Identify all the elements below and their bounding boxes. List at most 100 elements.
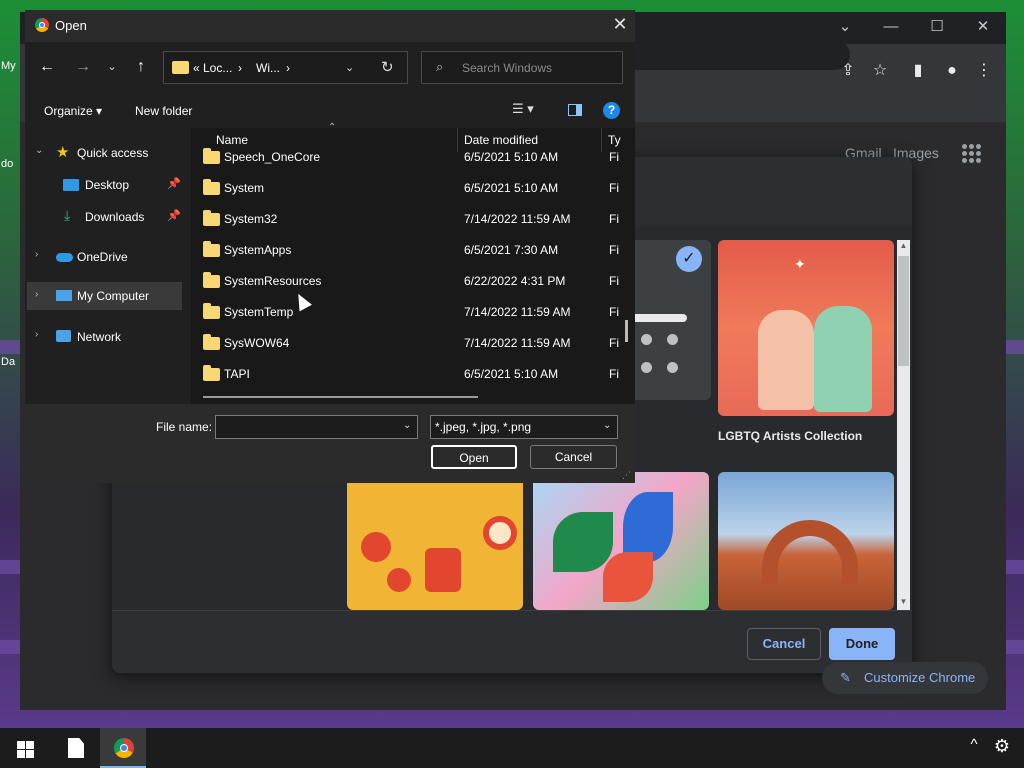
file-name-input[interactable] — [215, 415, 418, 439]
folder-icon — [203, 179, 220, 195]
file-list-horizontal-scrollbar[interactable] — [203, 396, 478, 398]
nav-item-quick-access[interactable]: ⌄ ★ Quick access — [25, 138, 185, 168]
file-date: 6/5/2021 5:10 AM — [464, 150, 559, 164]
nav-item-onedrive[interactable]: › OneDrive — [25, 242, 185, 272]
chevron-right-icon[interactable]: › — [35, 249, 38, 260]
resize-grip-icon[interactable]: ⋰ — [622, 470, 632, 480]
taskbar-chrome-button[interactable] — [100, 728, 146, 768]
network-icon — [56, 330, 71, 342]
scroll-up-icon[interactable]: ▲ — [898, 240, 909, 252]
file-type-dropdown-icon[interactable]: ⌄ — [603, 420, 611, 431]
nav-item-label: Desktop — [85, 178, 130, 192]
back-arrow-icon[interactable]: ← — [36, 57, 58, 79]
file-type: Fi — [609, 150, 619, 164]
computer-icon — [56, 290, 72, 301]
apps-grid-icon[interactable] — [962, 144, 982, 164]
sort-ascending-icon: ⌃ — [328, 122, 337, 133]
gallery-scroll-thumb[interactable] — [898, 256, 909, 366]
scroll-down-icon[interactable]: ▼ — [898, 596, 909, 608]
file-row[interactable]: SysWOW64 7/14/2022 11:59 AM Fi — [191, 327, 627, 358]
address-dropdown-icon[interactable]: ⌄ — [345, 61, 354, 74]
file-type: Fi — [609, 212, 619, 226]
open-button[interactable]: Open — [431, 445, 517, 469]
breadcrumb-windows[interactable]: Wi... — [256, 61, 280, 75]
chrome-logo-icon — [114, 738, 134, 758]
folder-icon — [203, 303, 220, 319]
recent-locations-chevron-icon[interactable]: ⌄ — [101, 57, 123, 79]
breadcrumb-local-disk[interactable]: « Loc... — [193, 61, 232, 75]
file-type-select[interactable]: *.jpeg, *.jpg, *.png — [430, 415, 618, 439]
file-name-dropdown-icon[interactable]: ⌄ — [403, 420, 411, 431]
file-list-vertical-scrollbar[interactable] — [625, 320, 628, 342]
file-type: Fi — [609, 243, 619, 257]
chevron-right-icon[interactable]: › — [35, 329, 38, 340]
change-view-icon[interactable]: ☰ ▾ — [512, 101, 550, 119]
side-panel-icon[interactable]: ▮ — [906, 60, 930, 84]
nav-item-desktop[interactable]: Desktop 📌 — [25, 170, 185, 200]
desktop-icon-label[interactable]: My — [1, 60, 16, 72]
taskbar — [0, 728, 1024, 768]
desktop-icon-label[interactable]: Da — [1, 356, 15, 368]
start-button[interactable] — [2, 728, 48, 768]
breadcrumb-separator[interactable]: › — [286, 61, 290, 75]
omnibox[interactable] — [610, 40, 850, 70]
help-icon[interactable]: ? — [603, 102, 620, 119]
preview-pane-icon[interactable] — [566, 102, 584, 118]
desktop-icon-label[interactable]: do — [1, 158, 13, 170]
nav-item-label: My Computer — [77, 289, 150, 303]
file-row[interactable]: Speech_OneCore 6/5/2021 5:10 AM Fi — [191, 141, 627, 172]
file-date: 6/5/2021 5:10 AM — [464, 367, 559, 381]
folder-icon — [172, 61, 189, 74]
chrome-logo-icon — [35, 18, 49, 32]
file-row[interactable]: SystemTemp 7/14/2022 11:59 AM Fi — [191, 296, 627, 327]
dialog-close-button[interactable]: ✕ — [608, 13, 632, 37]
chevron-down-icon[interactable]: ⌄ — [35, 145, 43, 156]
file-row[interactable]: System 6/5/2021 5:10 AM Fi — [191, 172, 627, 203]
background-tile-leaves[interactable] — [533, 472, 709, 610]
show-hidden-icons-chevron-icon[interactable]: ^ — [962, 736, 986, 760]
file-name: System — [224, 181, 265, 195]
desktop-icon — [63, 179, 79, 191]
modal-cancel-button[interactable]: Cancel — [747, 628, 821, 660]
file-row[interactable]: TAPI 6/5/2021 5:10 AM Fi — [191, 358, 627, 389]
chrome-menu-icon[interactable]: ⋮ — [972, 60, 996, 84]
taskbar-file-icon[interactable] — [52, 728, 98, 768]
nav-item-my-computer[interactable]: › My Computer — [27, 282, 182, 310]
background-tile-arch[interactable] — [718, 472, 894, 610]
new-folder-button[interactable]: New folder — [135, 104, 192, 118]
file-row[interactable]: System32 7/14/2022 11:59 AM Fi — [191, 203, 627, 234]
breadcrumb-separator[interactable]: › — [238, 61, 242, 75]
star-icon: ★ — [56, 144, 70, 161]
nav-item-network[interactable]: › Network — [25, 322, 185, 352]
chevron-right-icon[interactable]: › — [35, 289, 38, 300]
forward-arrow-icon[interactable]: → — [72, 57, 94, 79]
customize-chrome-button[interactable]: ✎ Customize Chrome — [822, 662, 988, 694]
pin-icon[interactable]: 📌 — [167, 209, 181, 222]
share-icon[interactable]: ⇪ — [836, 60, 860, 84]
cloud-icon — [56, 253, 73, 262]
window-close-button[interactable]: ✕ — [960, 12, 1006, 44]
dialog-titlebar[interactable] — [25, 10, 635, 42]
collection-label[interactable]: LGBTQ Artists Collection — [718, 429, 862, 443]
cancel-button[interactable]: Cancel — [530, 445, 617, 469]
background-tile-lgbtq-artists[interactable]: ✦ — [718, 240, 894, 416]
file-row[interactable]: SystemApps 6/5/2021 7:30 AM Fi — [191, 234, 627, 265]
bookmark-star-icon[interactable]: ☆ — [868, 60, 892, 84]
search-placeholder: Search Windows — [462, 61, 553, 75]
up-arrow-icon[interactable]: ↑ — [130, 57, 152, 79]
nav-item-downloads[interactable]: ⤓ Downloads 📌 — [25, 202, 185, 232]
sparkle-icon: ✦ — [794, 256, 806, 272]
pin-icon[interactable]: 📌 — [167, 177, 181, 190]
modal-done-button[interactable]: Done — [829, 628, 895, 660]
background-tile-flowers[interactable] — [347, 472, 523, 610]
organize-button[interactable]: Organize ▾ — [44, 104, 102, 118]
refresh-icon[interactable]: ↻ — [381, 58, 394, 76]
profile-icon[interactable]: ● — [940, 60, 964, 84]
settings-gear-icon[interactable]: ⚙ — [990, 736, 1014, 760]
maximize-button[interactable]: ☐ — [914, 12, 960, 44]
minimize-button[interactable]: — — [868, 12, 914, 44]
windows-logo-icon — [17, 741, 25, 749]
file-row[interactable]: SystemResources 6/22/2022 4:31 PM Fi — [191, 265, 627, 296]
selected-check-icon: ✓ — [676, 246, 702, 272]
search-input[interactable]: ⌕ Search Windows — [421, 51, 623, 84]
